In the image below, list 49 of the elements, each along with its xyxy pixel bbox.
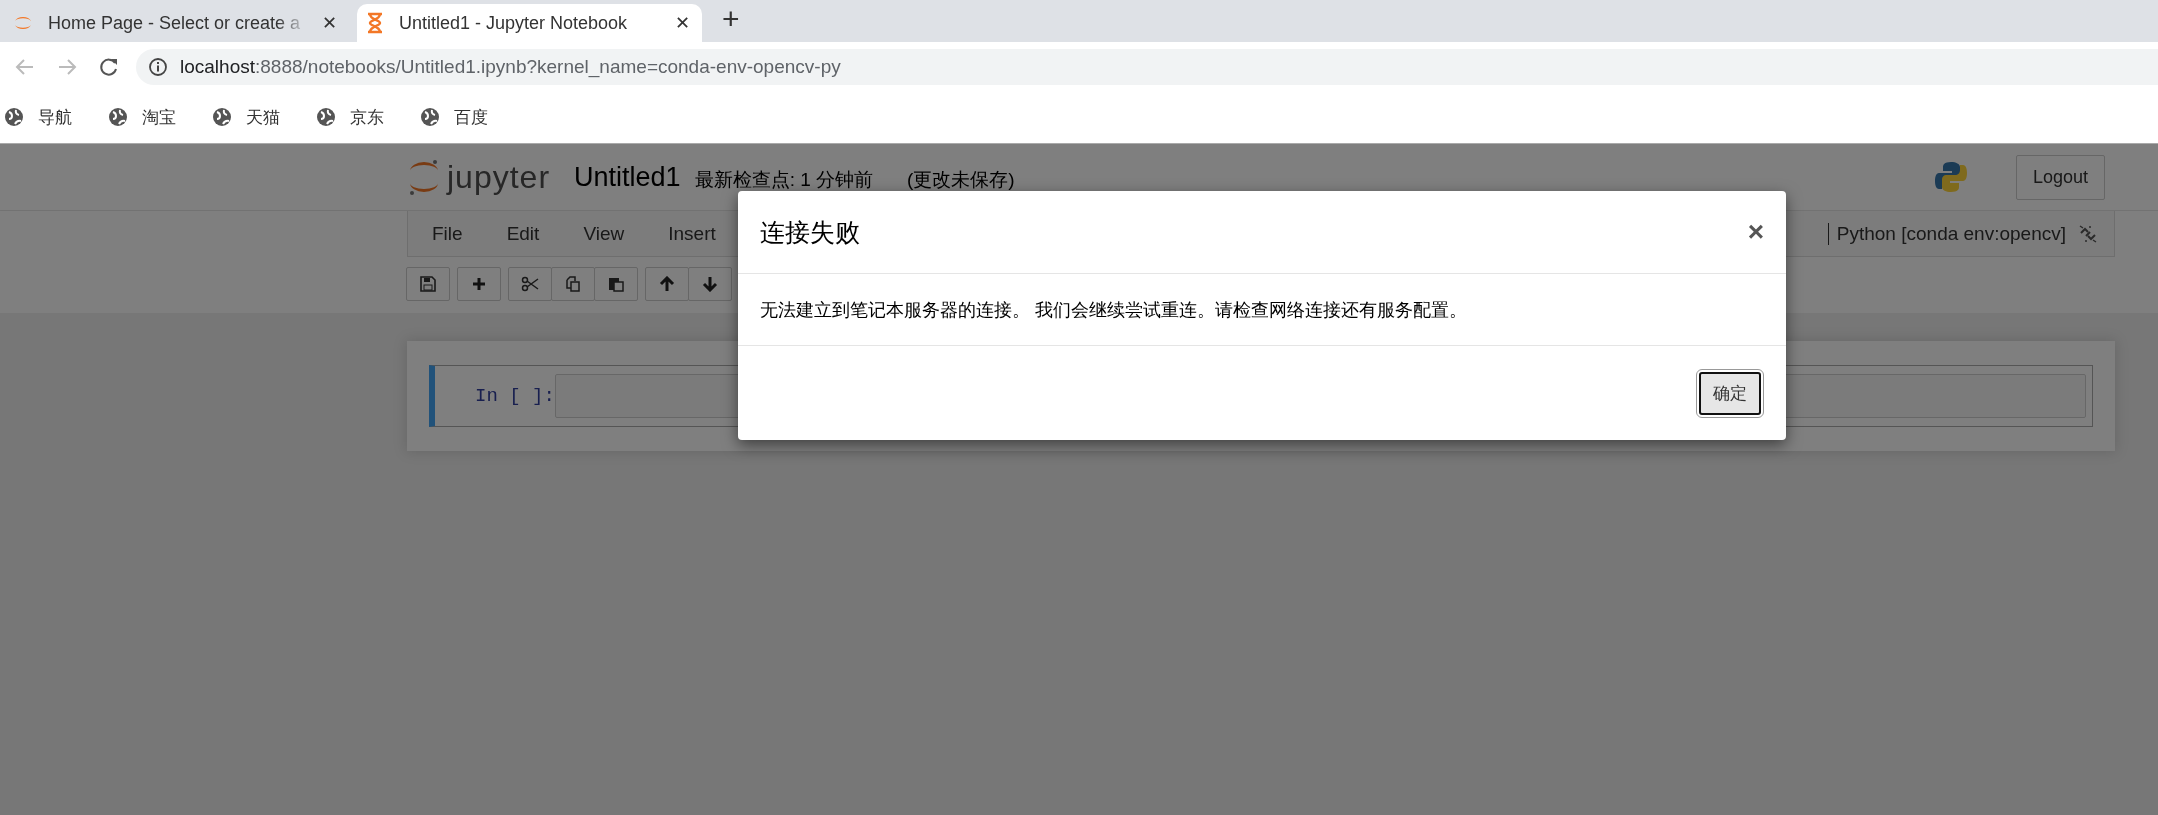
globe-icon — [316, 107, 336, 127]
up-button[interactable] — [645, 267, 689, 301]
tab-title: Home Page - Select or create a — [48, 12, 302, 34]
logout-button[interactable]: Logout — [2015, 154, 2105, 200]
globe-icon — [108, 107, 128, 127]
bookmark-link[interactable]: 百度 — [454, 105, 488, 129]
copy-icon — [565, 276, 581, 292]
address-field[interactable]: localhost:8888/notebooks/Untitled1.ipynb?kernel_name=conda-env-opencv-py — [136, 48, 2158, 85]
broken-link-icon — [2078, 223, 2098, 244]
plus-icon — [471, 276, 487, 292]
down-arrow-icon — [702, 276, 718, 292]
browser-tab[interactable]: Untitled1 - Jupyter Notebook ✕ — [357, 4, 702, 42]
python-logo-icon — [1933, 160, 1968, 194]
cut-button[interactable] — [508, 267, 552, 301]
save-status: (更改未保存) — [907, 168, 1015, 192]
close-button[interactable]: × — [1747, 216, 1764, 248]
logo-text: jupyter — [447, 158, 551, 196]
tab-title: Untitled1 - Jupyter Notebook — [399, 12, 629, 34]
down-button[interactable] — [688, 267, 732, 301]
ok-button[interactable]: 确定 — [1699, 371, 1761, 415]
up-arrow-icon — [659, 276, 675, 292]
dialog-title: 连接失败 — [760, 216, 860, 248]
tab-close-button[interactable]: ✕ — [674, 12, 690, 34]
scissors-icon — [521, 276, 539, 292]
globe-icon — [420, 107, 440, 127]
globe-icon — [4, 107, 24, 127]
add-button[interactable] — [457, 267, 501, 301]
menu-item[interactable]: Insert — [668, 222, 716, 245]
bookmark-link[interactable]: 京东 — [350, 105, 384, 129]
info-icon — [148, 56, 168, 77]
menu-item[interactable]: File — [432, 222, 463, 245]
dialog-message: 无法建立到笔记本服务器的连接。 我们会继续尝试重连。请检查网络连接还有服务配置。 — [760, 298, 1467, 322]
globe-icon — [212, 107, 232, 127]
checkpoint-status: 最新检查点: 1 分钟前 — [694, 168, 874, 192]
bookmark-link[interactable]: 导航 — [38, 105, 72, 129]
tab-close-button[interactable]: ✕ — [321, 12, 337, 34]
save-button[interactable] — [406, 267, 450, 301]
paste-button[interactable] — [594, 267, 638, 301]
clipboard-icon — [608, 276, 624, 292]
browser-tab[interactable]: Home Page - Select or create a ✕ — [4, 4, 349, 42]
bookmark-link[interactable]: 天猫 — [246, 105, 280, 129]
copy-button[interactable] — [551, 267, 595, 301]
bookmark-link[interactable]: 淘宝 — [142, 105, 176, 129]
menu-item[interactable]: Edit — [506, 222, 540, 245]
hourglass-icon — [365, 12, 385, 34]
notebook-title[interactable]: Untitled1 — [574, 161, 681, 193]
menu-item[interactable]: View — [583, 222, 625, 245]
kernel-name[interactable]: Python [conda env:opencv] — [1827, 222, 2066, 245]
new-tab-button[interactable]: + — [722, 4, 740, 34]
